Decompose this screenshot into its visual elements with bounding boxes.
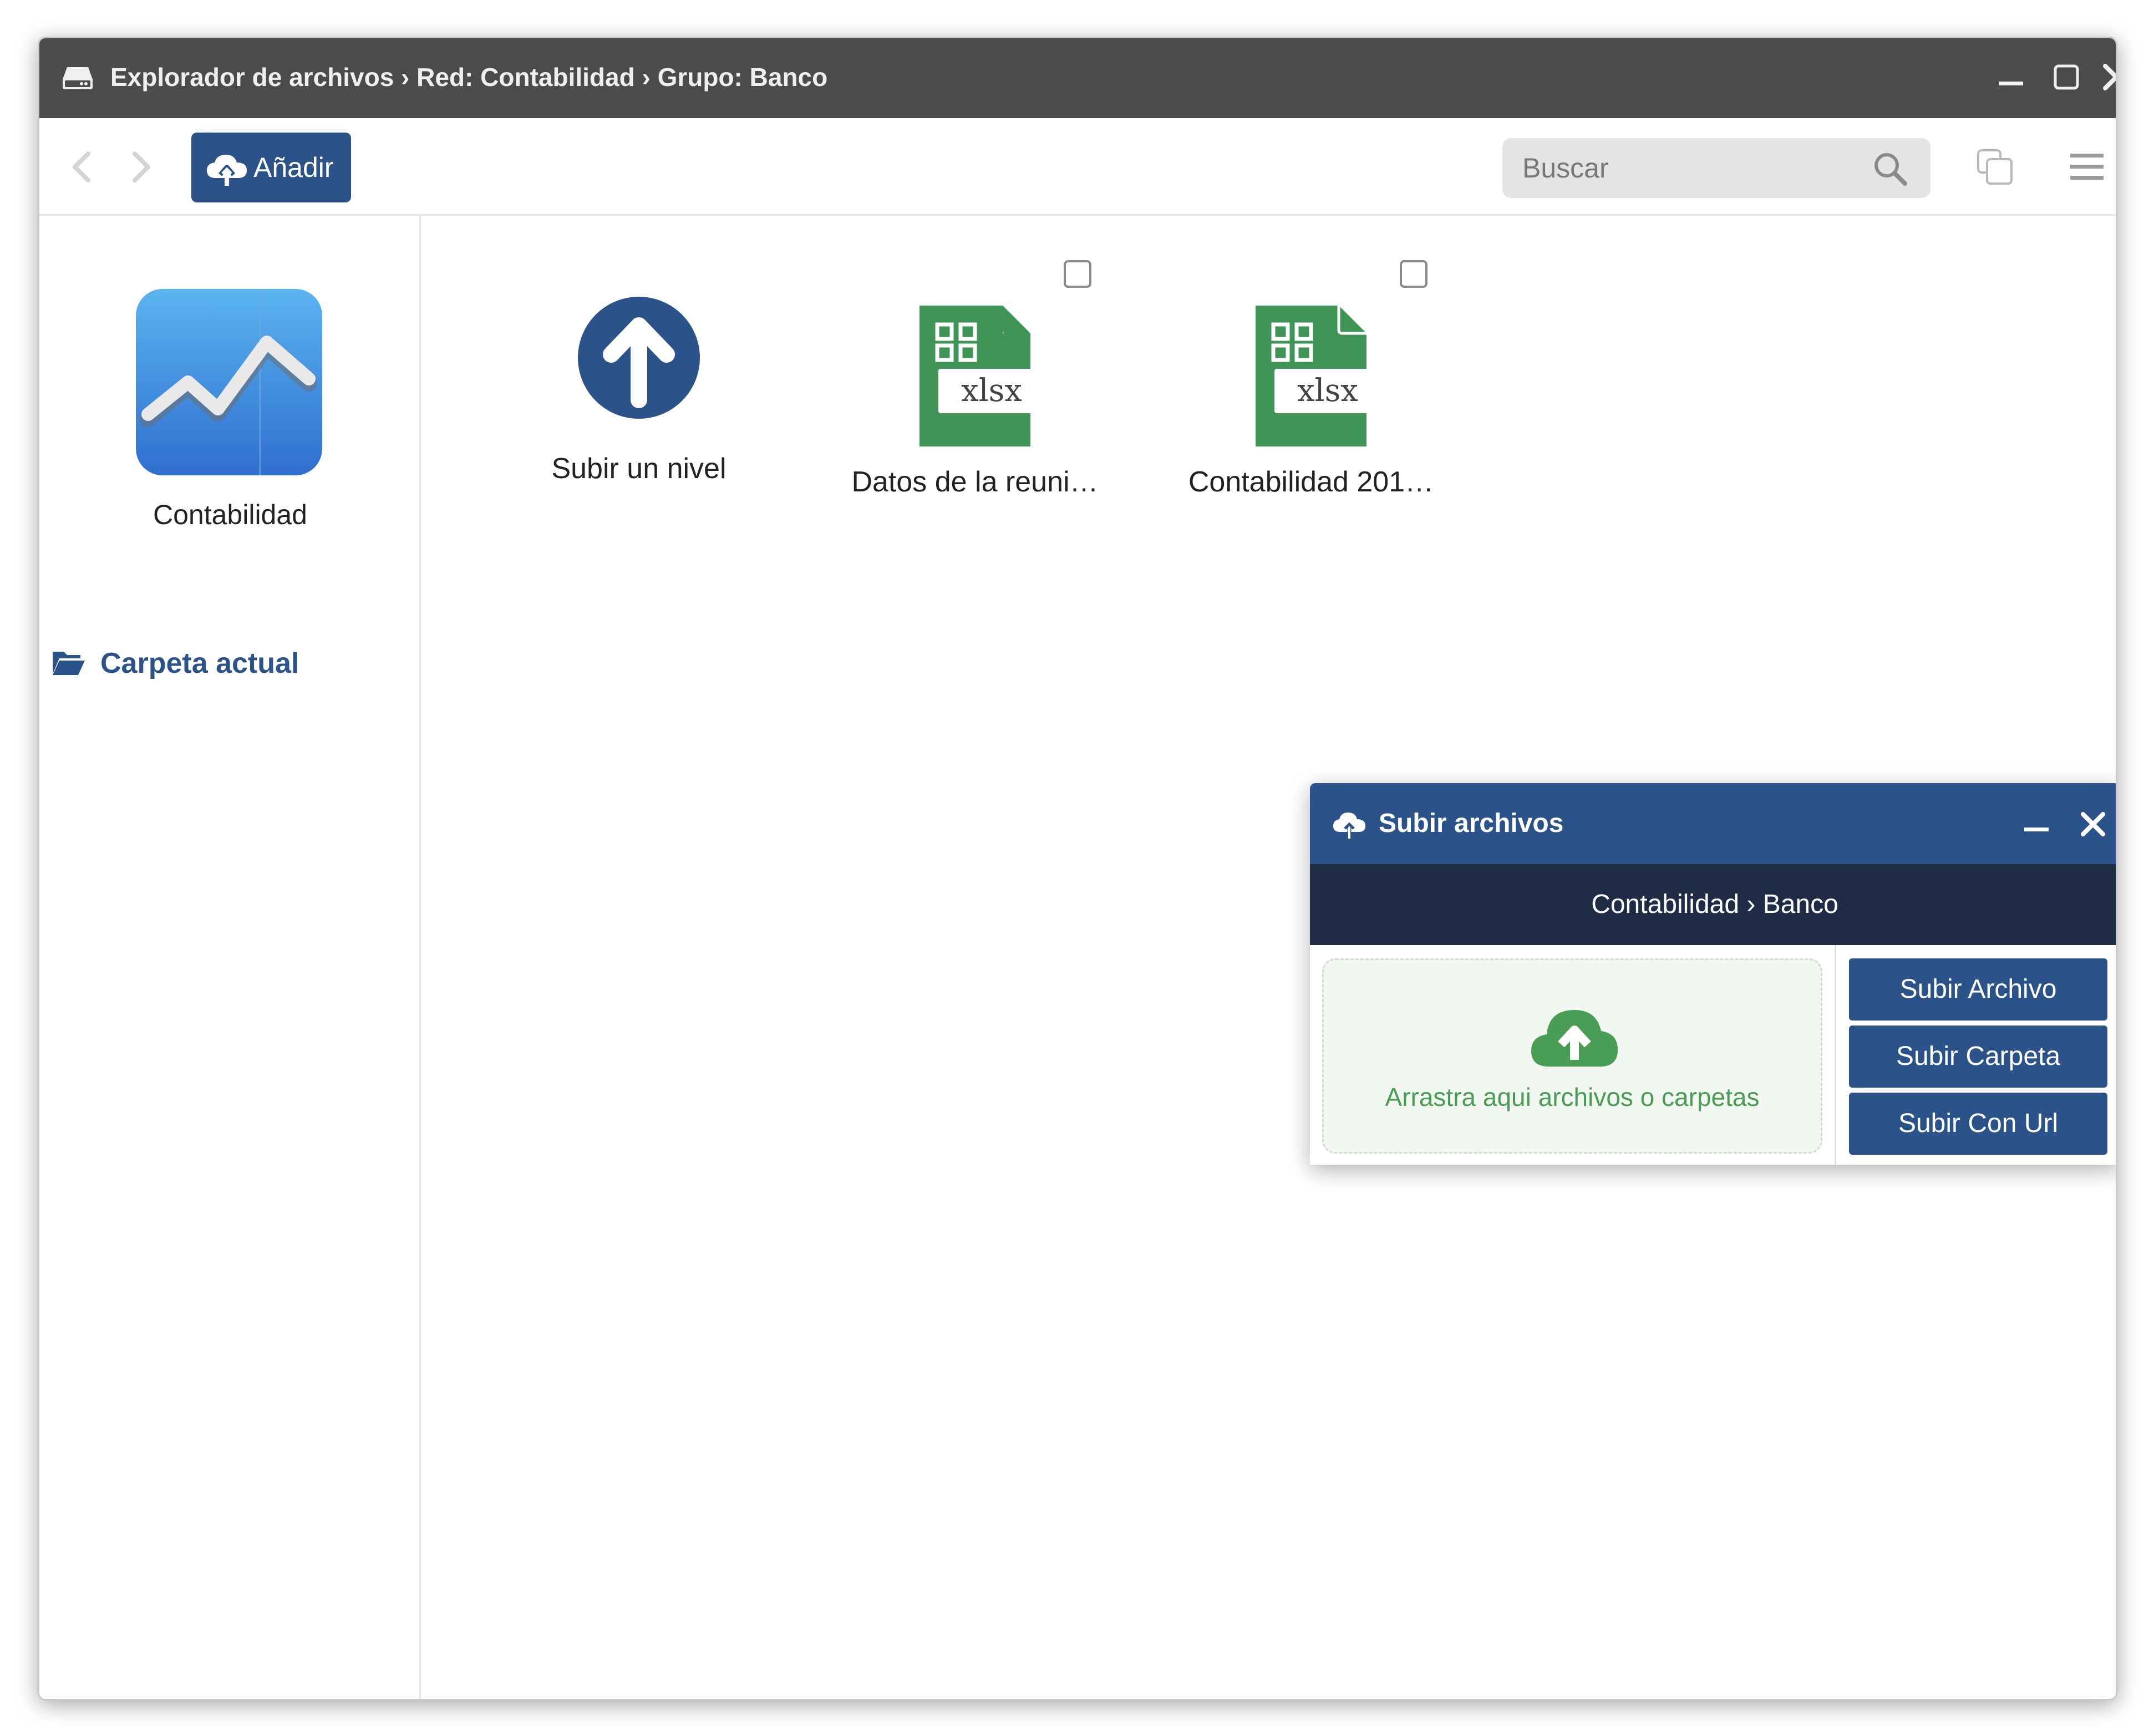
file-explorer-window: Explorador de archivos › Red: Contabilid… <box>38 37 2117 1701</box>
minimize-icon <box>2024 828 2049 831</box>
toolbar: Añadir <box>39 118 2116 216</box>
upload-folder-button[interactable]: Subir Carpeta <box>1849 1026 2107 1088</box>
app-name: Contabilidad <box>153 499 307 530</box>
window-title: Explorador de archivos › Red: Contabilid… <box>110 63 828 92</box>
close-icon <box>2103 64 2116 90</box>
accounting-app-icon <box>136 289 322 475</box>
xlsx-label: xlsx <box>1297 373 1358 409</box>
forward-button[interactable] <box>127 150 155 184</box>
folder-open-icon <box>53 652 85 675</box>
upload-dialog-title: Subir archivos <box>1379 809 1564 838</box>
drive-icon <box>63 67 93 89</box>
file-grid: Subir un nivel xlsx Datos de la reuni… x… <box>423 216 2116 1699</box>
search-input[interactable] <box>1502 138 1931 198</box>
up-level-item[interactable]: Subir un nivel <box>495 260 783 526</box>
drop-zone-text: Arrastra aqui archivos o carpetas <box>1385 1083 1760 1111</box>
close-icon <box>2081 812 2105 836</box>
hamburger-menu-icon <box>2070 154 2104 180</box>
file-name: Datos de la reuni… <box>851 466 1099 498</box>
file-item[interactable]: xlsx Datos de la reuni… <box>831 260 1119 526</box>
copy-windows-icon <box>1977 149 2013 185</box>
upload-file-button[interactable]: Subir Archivo <box>1849 958 2107 1021</box>
add-button-label: Añadir <box>253 152 334 183</box>
dialog-minimize-button[interactable] <box>2021 809 2052 840</box>
menu-button[interactable] <box>2067 147 2107 187</box>
xlsx-label: xlsx <box>961 373 1022 409</box>
chevron-left-icon <box>73 151 90 182</box>
xlsx-file-icon: xlsx <box>1256 306 1381 446</box>
maximize-icon <box>2054 64 2079 90</box>
upload-dialog: Subir archivos Contabilidad › Banco Arra… <box>1310 783 2116 1165</box>
xlsx-file-icon: xlsx <box>919 306 1045 446</box>
file-name: Subir un nivel <box>551 453 727 485</box>
chevron-right-icon <box>133 151 150 182</box>
current-folder-label: Carpeta actual <box>100 647 299 679</box>
minimize-button[interactable] <box>1994 60 2028 94</box>
arrow-up-circle-icon <box>578 297 700 419</box>
file-checkbox[interactable] <box>1400 260 1427 288</box>
windows-button[interactable] <box>1975 147 2015 187</box>
minimize-icon <box>1999 82 2023 85</box>
upload-dialog-header: Subir archivos <box>1310 783 2116 864</box>
maximize-button[interactable] <box>2050 60 2083 94</box>
search-box <box>1502 138 1931 198</box>
file-item[interactable]: xlsx Contabilidad 201… <box>1167 260 1455 526</box>
sidebar: Contabilidad Carpeta actual <box>39 216 421 1699</box>
add-button[interactable]: Añadir <box>191 133 351 202</box>
cloud-upload-icon <box>207 155 247 186</box>
cloud-upload-icon <box>1333 813 1365 839</box>
file-name: Contabilidad 201… <box>1188 466 1434 498</box>
close-button[interactable] <box>2100 60 2116 94</box>
cloud-upload-icon <box>1531 1010 1618 1067</box>
title-bar: Explorador de archivos › Red: Contabilid… <box>39 38 2116 118</box>
upload-url-button[interactable]: Subir Con Url <box>1849 1093 2107 1155</box>
upload-destination-path: Contabilidad › Banco <box>1310 864 2116 945</box>
back-button[interactable] <box>68 150 96 184</box>
file-checkbox[interactable] <box>1064 260 1091 288</box>
drop-zone[interactable]: Arrastra aqui archivos o carpetas <box>1322 958 1822 1154</box>
search-icon[interactable] <box>1872 150 1908 187</box>
dialog-divider <box>1835 945 1836 1165</box>
dialog-close-button[interactable] <box>2077 809 2109 840</box>
